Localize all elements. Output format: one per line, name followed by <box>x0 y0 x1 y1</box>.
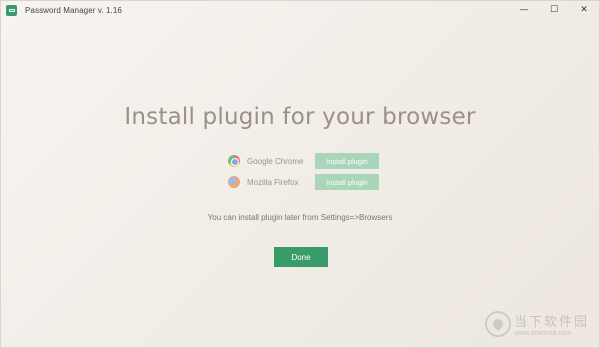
page-headline: Install plugin for your browser <box>124 104 476 130</box>
chrome-icon <box>228 155 240 167</box>
close-button[interactable]: ✕ <box>569 1 599 19</box>
done-button[interactable]: Done <box>274 247 328 267</box>
firefox-icon <box>228 176 240 188</box>
browser-name-chrome: Google Chrome <box>247 156 304 166</box>
app-window: Password Manager v. 1.16 — ☐ ✕ Install p… <box>0 0 600 348</box>
watermark: 当下软件园 www.downxia.com <box>484 311 589 337</box>
browser-name-firefox: Mozilla Firefox <box>247 177 299 187</box>
watermark-url: www.downxia.com <box>513 330 572 337</box>
window-controls: — ☐ ✕ <box>509 1 599 19</box>
window-title: Password Manager v. 1.16 <box>25 5 122 15</box>
watermark-logo-icon <box>484 311 511 337</box>
browser-row-chrome: Google Chrome Install plugin <box>228 153 379 169</box>
minimize-button[interactable]: — <box>509 1 539 19</box>
install-later-note: You can install plugin later from Settin… <box>207 213 393 222</box>
watermark-text: 当下软件园 <box>513 315 589 330</box>
install-plugin-firefox-button[interactable]: Install plugin <box>315 174 379 190</box>
install-plugin-chrome-button[interactable]: Install plugin <box>315 153 379 169</box>
app-logo-icon <box>6 4 17 16</box>
browser-row-firefox: Mozilla Firefox Install plugin <box>228 174 379 190</box>
maximize-button[interactable]: ☐ <box>539 1 569 19</box>
title-bar[interactable]: Password Manager v. 1.16 — ☐ ✕ <box>1 1 599 19</box>
